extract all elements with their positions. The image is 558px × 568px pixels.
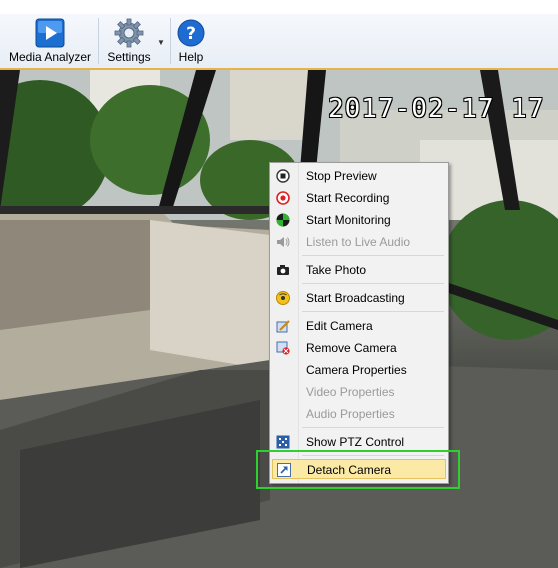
title-strip: [0, 0, 558, 15]
annotation-highlight-box: [256, 450, 460, 489]
menu-separator: [302, 311, 444, 312]
menu-item-start-recording[interactable]: Start Recording: [272, 188, 446, 208]
menu-item-label: Stop Preview: [306, 169, 377, 183]
menu-item-stop-preview[interactable]: Stop Preview: [272, 166, 446, 186]
svg-text:?: ?: [186, 24, 196, 44]
menu-item-label: Video Properties: [306, 385, 395, 399]
menu-item-audio-properties[interactable]: Audio Properties: [272, 404, 446, 424]
help-label: Help: [178, 50, 204, 64]
settings-label: Settings: [107, 50, 151, 64]
gear-icon: [114, 18, 144, 51]
menu-item-start-monitoring[interactable]: Start Monitoring: [272, 210, 446, 230]
menu-item-take-photo[interactable]: Take Photo: [272, 260, 446, 280]
menu-item-label: Start Monitoring: [306, 213, 391, 227]
stop-icon: [276, 169, 290, 183]
monitor-icon: [276, 213, 290, 227]
camera-icon: [276, 263, 290, 277]
edit-icon: [276, 319, 290, 333]
menu-item-label: Audio Properties: [306, 407, 395, 421]
menu-item-start-broadcasting[interactable]: Start Broadcasting: [272, 288, 446, 308]
menu-item-listen-audio[interactable]: Listen to Live Audio: [272, 232, 446, 252]
toolbar-divider: [170, 18, 171, 64]
menu-item-label: Edit Camera: [306, 319, 373, 333]
remove-icon: [276, 341, 290, 355]
menu-item-label: Listen to Live Audio: [306, 235, 411, 249]
menu-separator: [302, 255, 444, 256]
speaker-icon: [276, 235, 290, 249]
menu-item-label: Remove Camera: [306, 341, 397, 355]
help-icon: ?: [176, 18, 206, 51]
record-icon: [276, 191, 290, 205]
chevron-down-icon[interactable]: ▼: [157, 38, 165, 47]
ptz-icon: [276, 435, 290, 449]
menu-item-label: Start Recording: [306, 191, 390, 205]
menu-item-edit-camera[interactable]: Edit Camera: [272, 316, 446, 336]
menu-item-remove-camera[interactable]: Remove Camera: [272, 338, 446, 358]
menu-item-show-ptz[interactable]: Show PTZ Control: [272, 432, 446, 452]
menu-separator: [302, 427, 444, 428]
main-toolbar: Media Analyzer Settings ▼ ? Help: [0, 14, 558, 70]
menu-item-label: Show PTZ Control: [306, 435, 405, 449]
play-icon: [35, 18, 65, 51]
video-timestamp: 2017-02-17 17: [328, 94, 545, 124]
help-button[interactable]: ? Help: [174, 16, 208, 66]
broadcast-icon: [276, 291, 290, 305]
menu-item-video-properties[interactable]: Video Properties: [272, 382, 446, 402]
menu-item-camera-properties[interactable]: Camera Properties: [272, 360, 446, 380]
camera-context-menu: Stop Preview Start Recording Start Monit…: [269, 162, 449, 484]
media-analyzer-button[interactable]: Media Analyzer: [6, 16, 94, 66]
menu-item-label: Camera Properties: [306, 363, 407, 377]
media-analyzer-label: Media Analyzer: [8, 50, 92, 64]
menu-item-label: Start Broadcasting: [306, 291, 405, 305]
menu-item-label: Take Photo: [306, 263, 367, 277]
settings-button[interactable]: Settings: [102, 16, 156, 66]
menu-separator: [302, 283, 444, 284]
toolbar-divider: [98, 18, 99, 64]
